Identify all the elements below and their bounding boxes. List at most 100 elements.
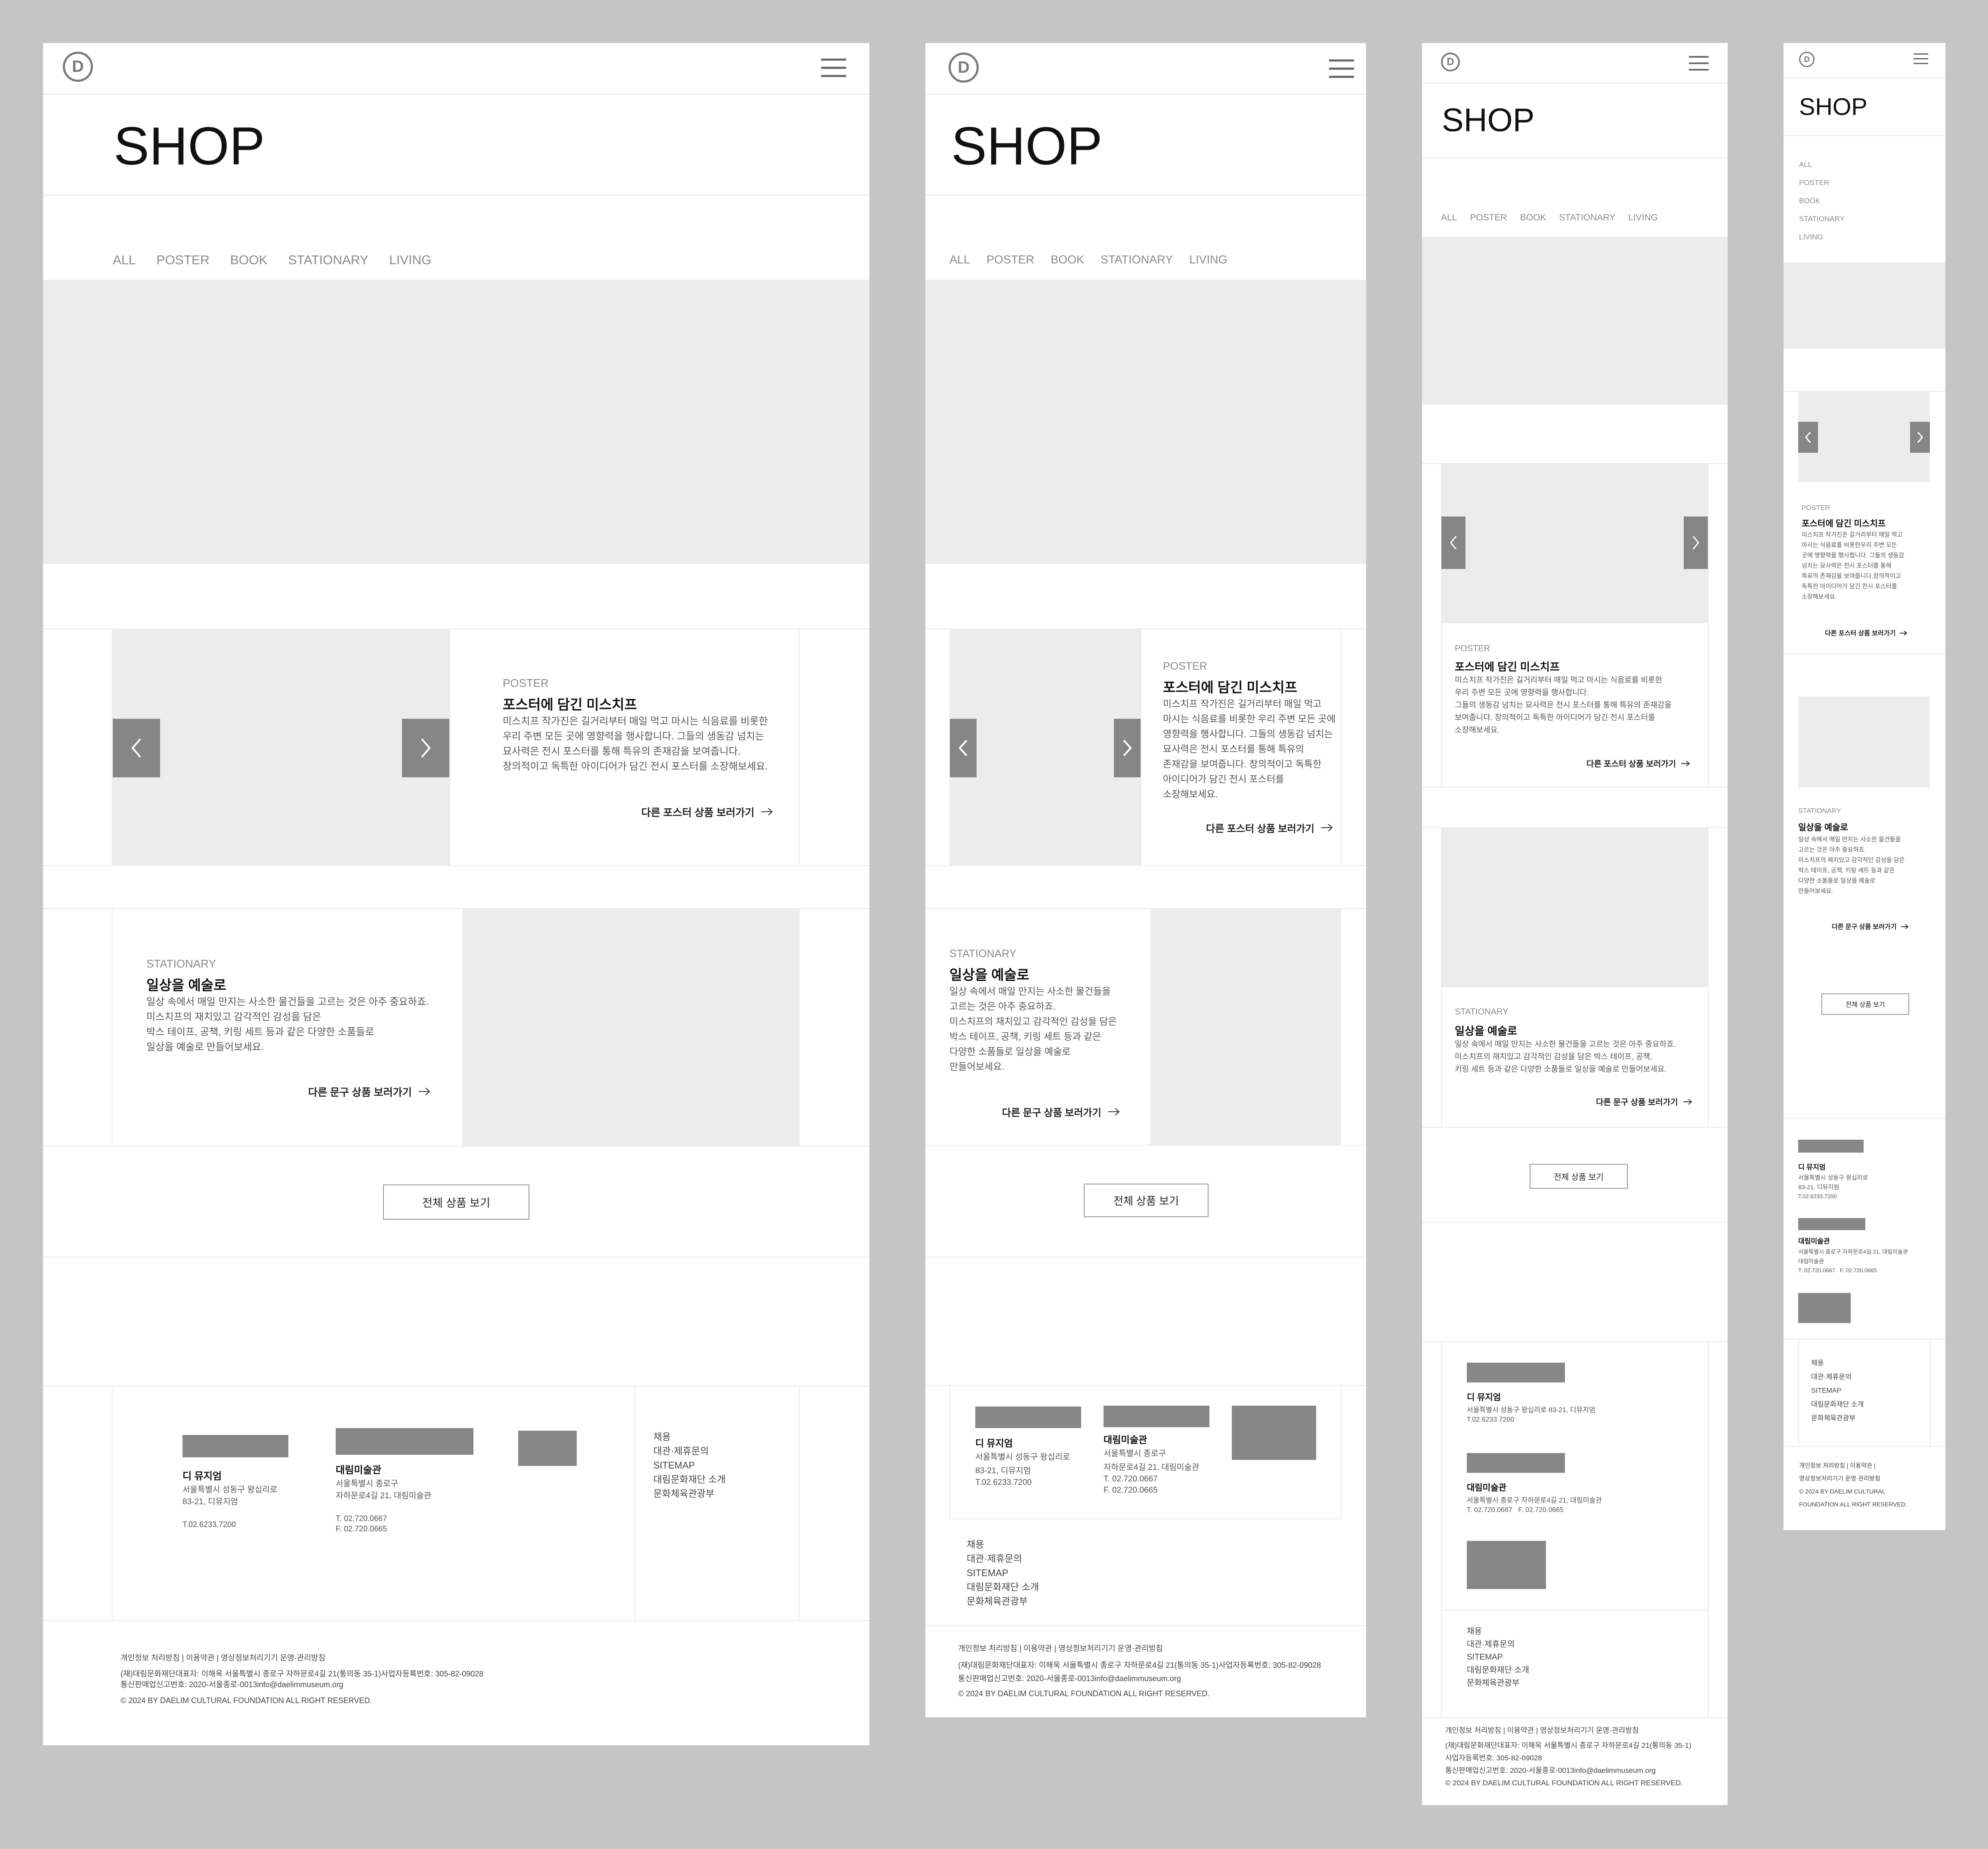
poster-more-link[interactable]: 다른 포스터 상품 보러가기 (641, 804, 773, 819)
logo-icon[interactable]: D (63, 52, 93, 82)
footer-link-rental[interactable]: 대관·제휴문의 (1811, 1370, 1864, 1384)
page-title: SHOP (1799, 93, 1867, 120)
footer-link-ministry[interactable]: 문화체육관광부 (967, 1594, 1039, 1608)
view-all-button[interactable]: 전체 상품 보기 (1084, 1184, 1209, 1217)
tab-poster[interactable]: POSTER (986, 253, 1034, 266)
slider-prev-button[interactable] (1441, 516, 1465, 569)
hamburger-menu-icon[interactable] (1689, 56, 1709, 71)
slider-next-button[interactable] (1684, 516, 1708, 569)
footer-link-recruit[interactable]: 채용 (1811, 1357, 1864, 1370)
tab-living[interactable]: LIVING (1799, 228, 1845, 246)
slider-prev-button[interactable] (1798, 422, 1818, 453)
tab-all[interactable]: ALL (1441, 213, 1457, 223)
stationary-more-link[interactable]: 다른 문구 상품 보러가기 (1832, 922, 1909, 931)
stationary-more-label: 다른 문구 상품 보러가기 (1832, 923, 1897, 931)
footer-link-sitemap[interactable]: SITEMAP (653, 1458, 726, 1472)
footer-policy[interactable]: 개인정보 처리방침 | 이용약관 | 영상정보처리기기 운영·관리방침 (121, 1653, 483, 1663)
logo-icon[interactable]: D (949, 53, 979, 83)
tab-living[interactable]: LIVING (1628, 213, 1658, 223)
tab-all[interactable]: ALL (949, 253, 970, 266)
tab-book[interactable]: BOOK (1799, 192, 1845, 210)
poster-more-link[interactable]: 다른 포스터 상품 보러가기 (1825, 628, 1908, 637)
museum2-logo (336, 1428, 473, 1455)
footer-link-recruit[interactable]: 채용 (653, 1430, 726, 1444)
footer-link-foundation[interactable]: 대림문화재단 소개 (1467, 1664, 1529, 1677)
museum1-tel: T.02.6233.7200 (975, 1478, 1032, 1487)
tab-stationary[interactable]: STATIONARY (1101, 253, 1173, 266)
tab-poster[interactable]: POSTER (156, 253, 209, 268)
tab-living[interactable]: LIVING (389, 253, 431, 268)
tab-stationary[interactable]: STATIONARY (288, 253, 368, 268)
tab-stationary[interactable]: STATIONARY (1799, 210, 1845, 228)
footer-legal: 개인정보 처리방침 | 이용약관 | 영상정보처리기기 운영·관리방침 © 20… (1799, 1459, 1907, 1511)
poster-description: 미스치프 작가진은 길거리부터 매일 먹고 마시는 식음료를 비롯한 우리 주변… (503, 715, 768, 772)
arrow-right-icon (761, 807, 773, 816)
museum2-tel-fax: T. 02.720.0667 F. 02.720.0665 (1798, 1267, 1877, 1274)
footer-link-ministry[interactable]: 문화체육관광부 (1811, 1412, 1864, 1425)
footer-legal: 개인정보 처리방침 | 이용약관 | 영상정보처리기기 운영·관리방침 (재)대… (1445, 1724, 1691, 1789)
view-all-button[interactable]: 전체 상품 보기 (1530, 1164, 1628, 1189)
tab-poster[interactable]: POSTER (1799, 174, 1845, 192)
slider-next-button[interactable] (402, 719, 449, 777)
arrow-right-icon (1108, 1108, 1120, 1116)
slider-prev-button[interactable] (950, 719, 977, 777)
museum2-tel: T. 02.720.0667 (1104, 1475, 1158, 1484)
tab-book[interactable]: BOOK (230, 253, 268, 268)
footer-link-foundation[interactable]: 대림문화재단 소개 (1811, 1398, 1864, 1412)
logo-icon[interactable]: D (1441, 53, 1460, 71)
footer-link-sitemap[interactable]: SITEMAP (1811, 1384, 1864, 1398)
poster-description: 미스치프 작가진은 길거리부터 매일 먹고 마시는 식음료를 비롯한 우리 주변… (1455, 676, 1672, 734)
poster-more-link[interactable]: 다른 포스터 상품 보러가기 (1586, 758, 1691, 769)
tab-living[interactable]: LIVING (1189, 253, 1227, 266)
view-all-button[interactable]: 전체 상품 보기 (383, 1184, 529, 1220)
footer-policy[interactable]: 개인정보 처리방침 | 이용약관 | 영상정보처리기기 운영·관리방침 (1445, 1724, 1691, 1737)
hamburger-menu-icon[interactable] (1914, 53, 1928, 65)
tab-all[interactable]: ALL (113, 253, 136, 268)
footer-link-rental[interactable]: 대관·제휴문의 (1467, 1638, 1529, 1651)
footer-link-sitemap[interactable]: SITEMAP (1467, 1651, 1529, 1664)
page-title: SHOP (951, 117, 1103, 176)
footer-link-recruit[interactable]: 채용 (967, 1537, 1039, 1552)
footer-policy-2[interactable]: 영상정보처리기기 운영·관리방침 (1799, 1472, 1907, 1485)
tab-book[interactable]: BOOK (1520, 213, 1546, 223)
museum1-address: 서울특별시 성동구 왕십리로 83-21, 디뮤지엄 (1467, 1407, 1595, 1414)
footer-mailorder: 통신판매업신고번호: 2020-서울종로-0013info@daelimmuse… (958, 1674, 1181, 1683)
stationary-more-link[interactable]: 다른 문구 상품 보러가기 (1596, 1096, 1693, 1107)
slider-prev-button[interactable] (113, 719, 160, 777)
stationary-more-link[interactable]: 다른 문구 상품 보러가기 (1002, 1104, 1120, 1119)
museum1-address-2: 83-21, 디뮤지엄 (182, 1497, 238, 1506)
hamburger-menu-icon[interactable] (821, 59, 846, 77)
slider-next-button[interactable] (1910, 422, 1930, 453)
footer-link-rental[interactable]: 대관·제휴문의 (967, 1552, 1039, 1566)
footer-copyright: © 2024 BY DAELIM CULTURAL FOUNDATION ALL… (121, 1696, 372, 1705)
footer-policy[interactable]: 개인정보 처리방침 | 이용약관 | (1799, 1459, 1907, 1472)
museum2-logo (1798, 1218, 1865, 1230)
tab-poster[interactable]: POSTER (1470, 213, 1507, 223)
stationary-description: 일상 속에서 매일 만지는 사소한 물건들을 고르는 것은 아주 중요하죠. 미… (1798, 836, 1905, 894)
footer-policy[interactable]: 개인정보 처리방침 | 이용약관 | 영상정보처리기기 운영·관리방침 (958, 1643, 1321, 1654)
chevron-right-icon (421, 738, 431, 758)
arrow-right-icon (1321, 824, 1333, 832)
tab-all[interactable]: ALL (1799, 156, 1845, 174)
tab-book[interactable]: BOOK (1051, 253, 1084, 266)
slider-next-button[interactable] (1114, 719, 1141, 777)
museum2-address: 서울특별시 종로구 (336, 1479, 399, 1488)
stationary-description: 일상 속에서 매일 만지는 사소한 물건들을 고르는 것은 아주 중요하죠. 미… (146, 996, 429, 1052)
stationary-category: STATIONARY (146, 957, 216, 970)
stationary-description: 일상 속에서 매일 만지는 사소한 물건들을 고르는 것은 아주 중요하죠. 미… (1455, 1040, 1676, 1073)
tab-stationary[interactable]: STATIONARY (1559, 213, 1615, 223)
footer-link-ministry[interactable]: 문화체육관광부 (1467, 1677, 1529, 1690)
footer-link-recruit[interactable]: 채용 (1467, 1625, 1529, 1638)
footer-company: (재)대림문화재단대표자: 이해욱 서울특별시 종로구 자하문로4길 21(통의… (121, 1670, 484, 1678)
footer-link-rental[interactable]: 대관·제휴문의 (653, 1444, 726, 1458)
view-all-button[interactable]: 전체 상품 보기 (1821, 993, 1909, 1015)
footer-link-foundation[interactable]: 대림문화재단 소개 (653, 1472, 726, 1487)
footer-link-foundation[interactable]: 대림문화재단 소개 (967, 1580, 1039, 1594)
poster-more-link[interactable]: 다른 포스터 상품 보러가기 (1206, 820, 1333, 835)
footer-link-ministry[interactable]: 문화체육관광부 (653, 1487, 726, 1501)
category-tabs: ALL POSTER BOOK STATIONARY LIVING (949, 253, 1227, 266)
logo-icon[interactable]: D (1799, 52, 1815, 67)
stationary-more-link[interactable]: 다른 문구 상품 보러가기 (308, 1084, 431, 1099)
hamburger-menu-icon[interactable] (1329, 59, 1354, 78)
footer-link-sitemap[interactable]: SITEMAP (967, 1566, 1039, 1580)
